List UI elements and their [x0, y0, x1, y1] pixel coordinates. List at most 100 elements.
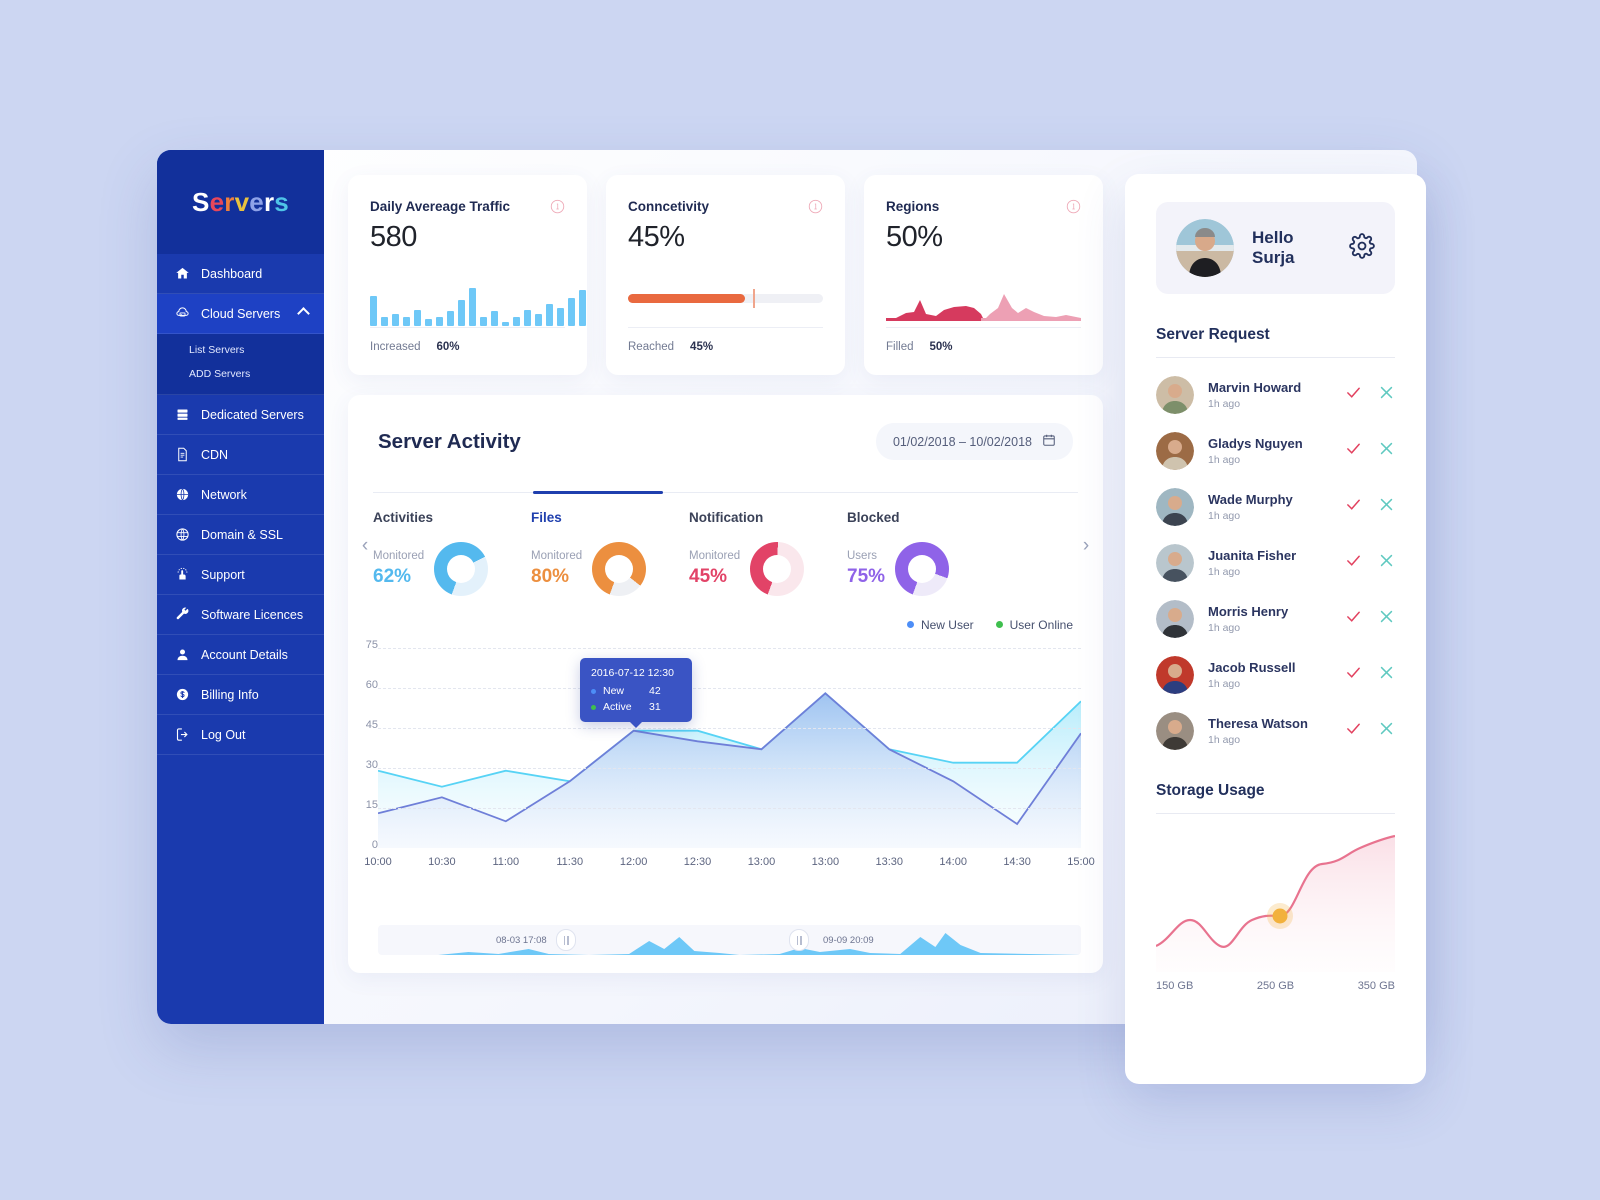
stat-foot-value: 60%	[436, 341, 460, 353]
tab-metric-label: Users	[847, 550, 878, 562]
sidebar-item-network[interactable]: Network	[157, 475, 324, 515]
info-icon[interactable]	[550, 199, 565, 214]
sidebar-subitem-add-servers[interactable]: ADD Servers	[157, 362, 324, 386]
prev-tab-button[interactable]: ‹	[354, 535, 376, 557]
sidebar-item-support[interactable]: Support	[157, 555, 324, 595]
tab-notification[interactable]: Notification Monitored 45%	[689, 510, 847, 596]
sidebar-item-cdn[interactable]: CDN	[157, 435, 324, 475]
tab-blocked[interactable]: Blocked Users 75%	[847, 510, 1005, 596]
tab-activities[interactable]: Activities Monitored 62%	[373, 510, 531, 596]
brush-mini-chart	[378, 933, 1081, 955]
sidebar-item-label: Domain & SSL	[201, 527, 283, 542]
chart-range-brush[interactable]: 08-03 17:08 09-09 20:09	[378, 925, 1081, 955]
check-icon[interactable]	[1345, 384, 1362, 406]
tooltip-timestamp: 2016-07-12 12:30	[591, 667, 674, 679]
sidebar-item-account-details[interactable]: Account Details	[157, 635, 324, 675]
document-icon	[174, 447, 190, 463]
logo-letter: e	[209, 186, 225, 217]
domain-icon	[174, 527, 190, 543]
request-meta: Wade Murphy 1h ago	[1208, 492, 1331, 522]
x-axis-tick: 11:00	[492, 856, 520, 868]
info-icon[interactable]	[1066, 199, 1081, 214]
avatar[interactable]	[1156, 376, 1194, 414]
gridline	[378, 728, 1081, 729]
request-timestamp: 1h ago	[1208, 510, 1241, 522]
sidebar-item-dedicated-servers[interactable]: Dedicated Servers	[157, 395, 324, 435]
x-axis-tick: 14:30	[1003, 856, 1031, 868]
close-icon[interactable]	[1378, 720, 1395, 742]
y-axis-tick: 75	[365, 639, 378, 651]
avatar[interactable]	[1156, 432, 1194, 470]
server-request-item: Gladys Nguyen 1h ago	[1156, 432, 1395, 470]
check-icon[interactable]	[1345, 440, 1362, 462]
close-icon[interactable]	[1378, 440, 1395, 462]
brush-handle-left[interactable]	[556, 929, 576, 951]
chevron-up-icon[interactable]	[297, 307, 310, 320]
x-axis-tick: 11:30	[556, 856, 584, 868]
sidebar-item-dashboard[interactable]: Dashboard	[157, 254, 324, 294]
donut-chart	[434, 542, 489, 596]
close-icon[interactable]	[1378, 496, 1395, 518]
request-meta: Jacob Russell 1h ago	[1208, 660, 1331, 690]
cloud-server-icon	[174, 306, 190, 322]
close-icon[interactable]	[1378, 384, 1395, 406]
avatar[interactable]	[1156, 656, 1194, 694]
sparkline-bar	[447, 311, 454, 326]
progress-marker	[752, 288, 755, 308]
check-icon[interactable]	[1345, 608, 1362, 630]
sparkline-bar	[524, 310, 531, 326]
tab-files[interactable]: Files Monitored 80%	[531, 510, 689, 596]
request-timestamp: 1h ago	[1208, 454, 1241, 466]
avatar[interactable]	[1156, 544, 1194, 582]
avatar[interactable]	[1156, 488, 1194, 526]
sidebar-item-log-out[interactable]: Log Out	[157, 715, 324, 755]
x-axis-tick: 15:00	[1067, 856, 1095, 868]
user-icon	[174, 647, 190, 663]
stat-cards-row: Daily Avereage Traffic 580 Increased 60%…	[348, 175, 1103, 375]
dashboard-screenshot: Servers Dashboard Cloud Servers List Serve…	[0, 0, 1600, 1200]
chart-y-axis: 0 15 30 45 60 75	[348, 639, 378, 851]
avatar[interactable]	[1176, 219, 1234, 277]
home-icon	[174, 266, 190, 282]
logo-letter: r	[224, 186, 235, 217]
y-axis-tick: 15	[365, 799, 378, 811]
brush-handle-right[interactable]	[789, 929, 809, 951]
request-user-name: Juanita Fisher	[1208, 548, 1297, 563]
sidebar-item-domain-ssl[interactable]: Domain & SSL	[157, 515, 324, 555]
request-timestamp: 1h ago	[1208, 678, 1241, 690]
info-icon[interactable]	[808, 199, 823, 214]
avatar[interactable]	[1156, 600, 1194, 638]
sidebar-item-cloud-servers[interactable]: Cloud Servers	[157, 294, 324, 334]
sparkline-bar	[381, 317, 388, 326]
avatar[interactable]	[1156, 712, 1194, 750]
request-actions	[1345, 440, 1395, 462]
next-tab-button[interactable]: ›	[1075, 535, 1097, 557]
close-icon[interactable]	[1378, 608, 1395, 630]
gear-icon[interactable]	[1349, 232, 1375, 264]
y-axis-tick: 45	[365, 719, 378, 731]
close-icon[interactable]	[1378, 552, 1395, 574]
sparkline-bar	[579, 290, 586, 326]
request-meta: Gladys Nguyen 1h ago	[1208, 436, 1331, 466]
check-icon[interactable]	[1345, 664, 1362, 686]
donut-chart	[750, 542, 805, 596]
check-icon[interactable]	[1345, 496, 1362, 518]
sparkline-bar	[458, 300, 465, 326]
tab-label: Files	[531, 510, 562, 525]
request-meta: Marvin Howard 1h ago	[1208, 380, 1331, 410]
sidebar-subitem-list-servers[interactable]: List Servers	[157, 338, 324, 362]
app-logo[interactable]: Servers	[157, 150, 324, 254]
sidebar-item-label: Software Licences	[201, 607, 304, 622]
request-timestamp: 1h ago	[1208, 734, 1241, 746]
request-user-name: Gladys Nguyen	[1208, 436, 1303, 451]
check-icon[interactable]	[1345, 552, 1362, 574]
date-range-picker[interactable]: 01/02/2018 – 10/02/2018	[875, 423, 1073, 460]
storage-axis-labels: 150 GB 250 GB 350 GB	[1156, 980, 1395, 992]
sidebar-item-billing-info[interactable]: Billing Info	[157, 675, 324, 715]
sidebar-item-software-licences[interactable]: Software Licences	[157, 595, 324, 635]
greeting-text: Hello Surja	[1252, 228, 1295, 267]
check-icon[interactable]	[1345, 720, 1362, 742]
sparkline-bar	[502, 322, 509, 326]
close-icon[interactable]	[1378, 664, 1395, 686]
stat-foot-value: 45%	[690, 341, 714, 353]
